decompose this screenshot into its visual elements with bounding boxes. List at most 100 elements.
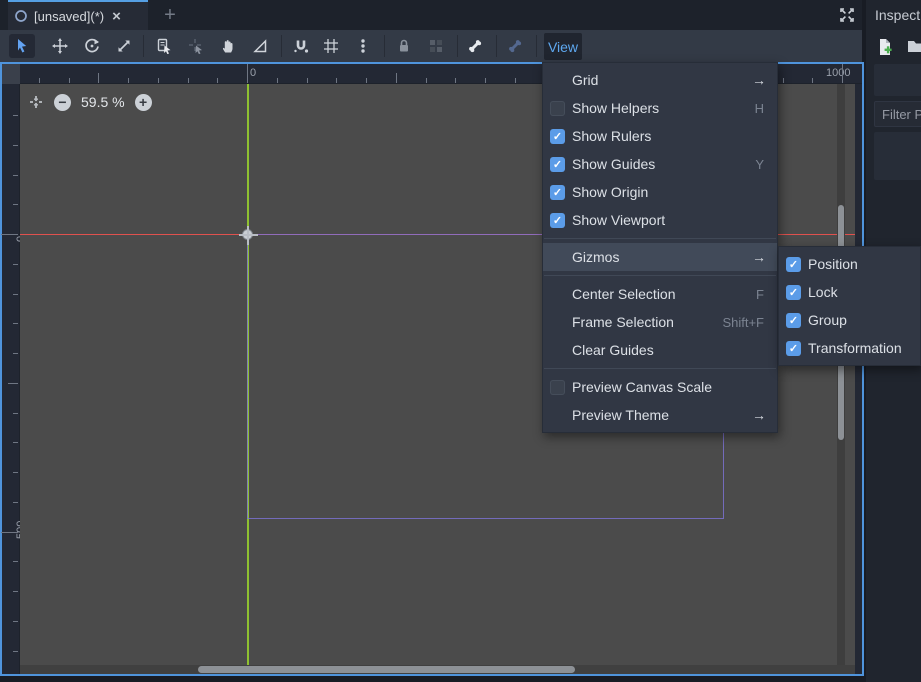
ruler-tick: [13, 651, 18, 652]
gizmos-submenu-popup: Position Lock Group Transformation: [778, 246, 921, 366]
horizontal-scrollbar-thumb[interactable]: [198, 666, 575, 673]
menu-item-gizmos[interactable]: Gizmos: [543, 243, 777, 271]
close-tab-icon[interactable]: ×: [112, 8, 121, 25]
inspector-title: Inspect: [875, 7, 920, 23]
ruler-tick: [188, 78, 189, 83]
inspector-content-box: [874, 132, 921, 180]
scale-tool-icon[interactable]: [111, 34, 137, 58]
ruler-tick: [128, 78, 129, 83]
ruler-tick: [247, 64, 248, 83]
ruler-tick: [307, 78, 308, 83]
ruler-tick: [39, 78, 40, 83]
menu-item-preview-theme[interactable]: Preview Theme: [543, 401, 777, 429]
menu-item-show-helpers[interactable]: Show HelpersH: [543, 94, 777, 122]
toolbar-separator: [457, 35, 458, 57]
menu-separator: [544, 275, 776, 276]
ruler-tick: [485, 78, 486, 83]
submenu-item-transformation[interactable]: Transformation: [779, 334, 920, 362]
rotate-tool-icon[interactable]: [79, 34, 105, 58]
ruler-tick: [366, 78, 367, 83]
skeleton-bone-icon[interactable]: [462, 34, 488, 58]
ruler-tick: [98, 73, 99, 83]
position-select-tool-icon[interactable]: [183, 34, 209, 58]
checkbox: [786, 313, 801, 328]
distraction-free-icon[interactable]: [836, 4, 858, 26]
toolbar-separator: [384, 35, 385, 57]
ruler-tick: [13, 442, 18, 443]
zoom-out-button[interactable]: −: [54, 94, 71, 111]
ruler-tool-icon[interactable]: [247, 34, 273, 58]
menu-item-show-rulers[interactable]: Show Rulers: [543, 122, 777, 150]
ruler-tick: [217, 78, 218, 83]
frame-selection-icon[interactable]: [28, 94, 44, 110]
skeleton-options-icon[interactable]: [502, 34, 528, 58]
ruler-tick: [515, 78, 516, 83]
zoom-percent-label[interactable]: 59.5 %: [81, 94, 125, 110]
toolbar-separator: [536, 35, 537, 57]
ruler-tick: [13, 591, 18, 592]
ruler-vertical[interactable]: 0 500: [2, 84, 20, 674]
scene-tab-unsaved[interactable]: [unsaved](*) ×: [8, 0, 148, 30]
menu-item-frame-selection[interactable]: Frame SelectionShift+F: [543, 308, 777, 336]
new-resource-icon[interactable]: [876, 38, 894, 56]
ruler-label: 1000: [826, 67, 850, 79]
inspector-header-box: [874, 64, 921, 96]
filter-properties-input[interactable]: Filter P: [874, 101, 921, 127]
load-resource-folder-icon[interactable]: [907, 38, 921, 56]
scene-node-circle-icon: [14, 9, 28, 23]
ruler-label: 0: [250, 67, 256, 79]
ruler-tick: [13, 502, 18, 503]
grid-snap-icon[interactable]: [318, 34, 344, 58]
checkbox: [786, 285, 801, 300]
menu-item-preview-canvas-scale[interactable]: Preview Canvas Scale: [543, 373, 777, 401]
ruler-tick: [13, 204, 18, 205]
scene-tab-label: [unsaved](*): [34, 9, 104, 24]
move-tool-icon[interactable]: [47, 34, 73, 58]
checkbox: [550, 380, 565, 395]
ruler-tick: [455, 78, 456, 83]
menu-item-grid[interactable]: Grid: [543, 66, 777, 94]
submenu-item-group[interactable]: Group: [779, 306, 920, 334]
ruler-tick: [396, 73, 397, 83]
canvas-toolbar: View: [0, 30, 862, 62]
scene-tab-bar: [unsaved](*) × +: [0, 0, 862, 30]
menu-item-clear-guides[interactable]: Clear Guides: [543, 336, 777, 364]
submenu-item-position[interactable]: Position: [779, 250, 920, 278]
checkbox: [786, 257, 801, 272]
ruler-tick: [8, 383, 18, 384]
select-tool-icon[interactable]: [9, 34, 35, 58]
toolbar-separator: [143, 35, 144, 57]
horizontal-scrollbar[interactable]: [20, 665, 855, 674]
ruler-tick: [1, 532, 18, 533]
ruler-tick: [426, 78, 427, 83]
pan-tool-icon[interactable]: [215, 34, 241, 58]
checkbox: [550, 185, 565, 200]
menu-separator: [544, 238, 776, 239]
ruler-tick: [13, 115, 18, 116]
ruler-tick: [13, 294, 18, 295]
view-menu-button[interactable]: View: [544, 33, 582, 60]
new-scene-tab-button[interactable]: +: [158, 0, 182, 30]
list-select-tool-icon[interactable]: [151, 34, 177, 58]
view-menu-popup: Grid Show HelpersH Show Rulers Show Guid…: [542, 62, 778, 433]
zoom-controls: − 59.5 % +: [28, 92, 152, 112]
smart-snap-icon[interactable]: [288, 34, 314, 58]
menu-item-show-viewport[interactable]: Show Viewport: [543, 206, 777, 234]
ungroup-object-icon[interactable]: [423, 34, 449, 58]
ruler-tick: [13, 264, 18, 265]
origin-marker: [242, 229, 253, 240]
menu-item-show-origin[interactable]: Show Origin: [543, 178, 777, 206]
lock-object-icon[interactable]: [391, 34, 417, 58]
menu-item-show-guides[interactable]: Show GuidesY: [543, 150, 777, 178]
zoom-in-button[interactable]: +: [135, 94, 152, 111]
ruler-tick: [13, 561, 18, 562]
ruler-tick: [158, 78, 159, 83]
menu-item-center-selection[interactable]: Center SelectionF: [543, 280, 777, 308]
vertical-scrollbar[interactable]: [837, 84, 845, 665]
ruler-tick: [13, 323, 18, 324]
snap-options-icon[interactable]: [350, 34, 376, 58]
ruler-tick: [13, 472, 18, 473]
submenu-item-lock[interactable]: Lock: [779, 278, 920, 306]
ruler-tick: [13, 621, 18, 622]
ruler-tick: [1, 234, 18, 235]
